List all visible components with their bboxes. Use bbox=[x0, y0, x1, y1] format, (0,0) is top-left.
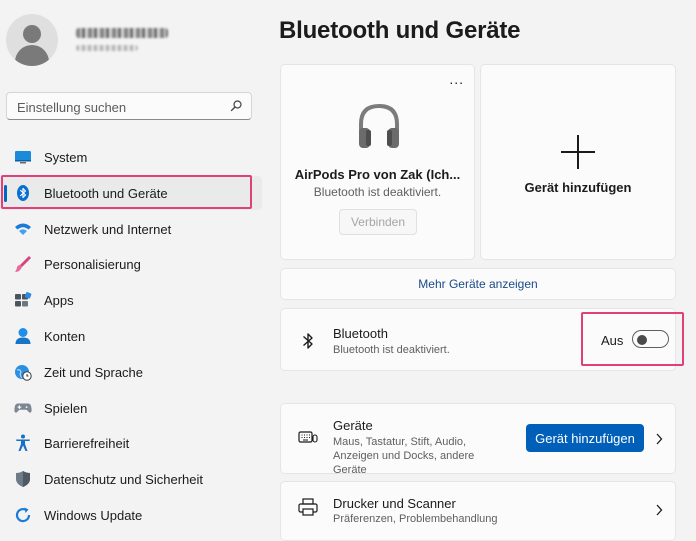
system-icon bbox=[14, 148, 32, 166]
devices-subtitle: Maus, Tastatur, Stift, Audio, Anzeigen u… bbox=[333, 436, 475, 476]
settings-search[interactable] bbox=[6, 92, 252, 120]
bluetooth-title: Bluetooth bbox=[333, 326, 388, 341]
sidebar-item-windows-update[interactable]: Windows Update bbox=[0, 498, 262, 532]
wifi-icon bbox=[14, 220, 32, 238]
devices-row[interactable]: Geräte Maus, Tastatur, Stift, Audio, Anz… bbox=[280, 403, 676, 476]
shield-icon bbox=[14, 470, 32, 488]
printer-icon bbox=[298, 498, 318, 516]
sidebar-nav: System Bluetooth und Geräte Netzwerk und… bbox=[0, 140, 262, 534]
sidebar-item-label: Barrierefreiheit bbox=[44, 436, 130, 452]
sidebar-item-label: Bluetooth und Geräte bbox=[44, 185, 168, 201]
bluetooth-state-label: Aus bbox=[601, 333, 624, 348]
bluetooth-icon bbox=[14, 184, 32, 202]
plus-icon bbox=[561, 135, 595, 169]
search-input[interactable] bbox=[15, 97, 219, 117]
update-icon bbox=[14, 506, 32, 524]
add-device-card[interactable]: Gerät hinzufügen bbox=[480, 64, 676, 260]
toggle-knob bbox=[637, 334, 647, 345]
bluetooth-icon bbox=[303, 333, 313, 349]
sidebar-item-label: Personalisierung bbox=[44, 257, 141, 273]
sidebar-item-label: Netzwerk und Internet bbox=[44, 221, 172, 237]
sidebar-item-label: Zeit und Sprache bbox=[44, 364, 144, 380]
user-name-obscured bbox=[76, 28, 168, 38]
sidebar-item-apps[interactable]: Apps bbox=[0, 283, 262, 317]
page-title: Bluetooth und Geräte bbox=[279, 17, 521, 44]
accessibility-icon bbox=[14, 434, 32, 452]
printers-row[interactable]: Drucker und Scanner Präferenzen, Problem… bbox=[280, 481, 676, 541]
gamepad-icon bbox=[14, 399, 32, 417]
sidebar-item-time-language[interactable]: Zeit und Sprache bbox=[0, 355, 262, 389]
chevron-right-icon[interactable] bbox=[655, 504, 663, 516]
show-more-devices-link[interactable]: Mehr Geräte anzeigen bbox=[280, 268, 676, 300]
sidebar-item-system[interactable]: System bbox=[0, 140, 262, 174]
headphones-icon bbox=[359, 103, 399, 148]
device-name: AirPods Pro von Zak (Ich... bbox=[294, 167, 461, 182]
more-options-icon[interactable]: ... bbox=[449, 72, 464, 86]
sidebar-item-label: Spielen bbox=[44, 400, 88, 416]
chevron-right-icon[interactable] bbox=[655, 433, 663, 445]
account-icon bbox=[14, 327, 32, 345]
sidebar-item-gaming[interactable]: Spielen bbox=[0, 391, 262, 425]
apps-icon bbox=[14, 291, 32, 309]
brush-icon bbox=[14, 255, 32, 273]
keyboard-mouse-icon bbox=[298, 431, 318, 443]
bluetooth-toggle[interactable] bbox=[632, 330, 669, 348]
sidebar-item-label: Konten bbox=[44, 328, 86, 344]
sidebar-item-bluetooth[interactable]: Bluetooth und Geräte bbox=[0, 175, 262, 210]
bluetooth-subtitle: Bluetooth ist deaktiviert. bbox=[333, 344, 450, 356]
sidebar-item-label: System bbox=[44, 150, 88, 165]
device-status: Bluetooth ist deaktiviert. bbox=[313, 185, 442, 199]
globe-clock-icon bbox=[14, 363, 32, 381]
sidebar-item-label: Windows Update bbox=[44, 507, 143, 523]
connect-button[interactable]: Verbinden bbox=[339, 209, 417, 235]
sidebar-item-personalization[interactable]: Personalisierung bbox=[0, 247, 262, 281]
sidebar-item-label: Datenschutz und Sicherheit bbox=[44, 472, 203, 488]
devices-title: Geräte bbox=[333, 418, 373, 433]
bluetooth-setting-row: Bluetooth Bluetooth ist deaktiviert. Aus bbox=[280, 308, 676, 371]
sidebar: System Bluetooth und Geräte Netzwerk und… bbox=[0, 0, 262, 530]
sidebar-item-network[interactable]: Netzwerk und Internet bbox=[0, 212, 262, 246]
sidebar-item-accounts[interactable]: Konten bbox=[0, 319, 262, 353]
device-card-airpods[interactable]: ... AirPods Pro von Zak (Ich... Bluetoot… bbox=[280, 64, 475, 260]
avatar[interactable] bbox=[6, 14, 58, 66]
add-device-button[interactable]: Gerät hinzufügen bbox=[526, 424, 644, 452]
search-icon[interactable] bbox=[230, 100, 242, 112]
add-device-label: Gerät hinzufügen bbox=[524, 180, 632, 195]
sidebar-item-privacy[interactable]: Datenschutz und Sicherheit bbox=[0, 462, 262, 496]
printers-title: Drucker und Scanner bbox=[333, 496, 456, 511]
sidebar-item-label: Apps bbox=[44, 293, 74, 309]
printers-subtitle: Präferenzen, Problembehandlung bbox=[333, 513, 498, 525]
user-email-obscured bbox=[76, 45, 138, 51]
sidebar-item-accessibility[interactable]: Barrierefreiheit bbox=[0, 426, 262, 460]
